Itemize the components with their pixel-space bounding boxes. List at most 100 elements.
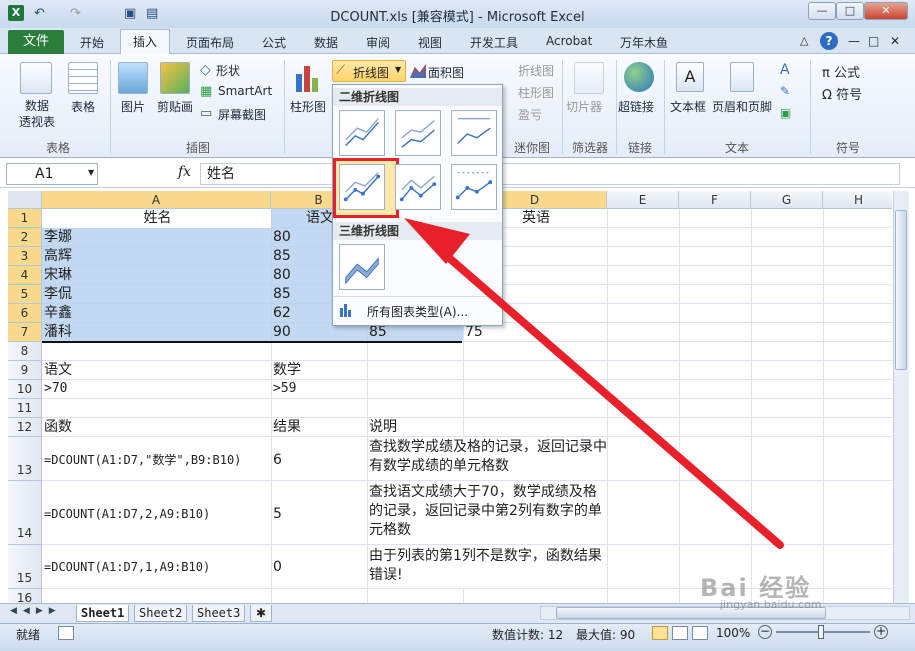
clipart-button[interactable]: 剪贴画 <box>152 98 198 115</box>
signature-icon[interactable]: ✎ <box>780 84 790 98</box>
slicer-icon[interactable] <box>574 62 604 94</box>
cell-a9[interactable]: 语文 <box>42 361 72 380</box>
tab-formulas[interactable]: 公式 <box>262 34 286 51</box>
cell-a13[interactable]: =DCOUNT(A1:D7,"数学",B9:B10) <box>42 451 271 469</box>
sheet-tab-sheet1[interactable]: Sheet1 <box>76 605 130 622</box>
column-header-e[interactable]: E <box>607 191 679 209</box>
cell-b12[interactable]: 结果 <box>271 418 301 437</box>
column-header-f[interactable]: F <box>679 191 751 209</box>
chevron-down-icon[interactable]: ▼ <box>88 168 94 177</box>
cell-a12[interactable]: 函数 <box>42 418 72 437</box>
100-stacked-line-chart-option[interactable] <box>451 110 497 156</box>
column-header-g[interactable]: G <box>751 191 823 209</box>
formula-input[interactable]: 姓名 <box>200 163 900 185</box>
cell-c14[interactable]: 查找语文成绩大于70，数学成绩及格的记录，返回记录中第2列有数字的单元格数 <box>367 483 607 540</box>
cell-a5[interactable]: 李侃 <box>42 285 72 304</box>
column-chart-button[interactable]: 柱形图 <box>290 98 326 115</box>
picture-button[interactable]: 图片 <box>114 98 152 115</box>
hyperlink-icon[interactable] <box>624 62 654 92</box>
tab-review[interactable]: 审阅 <box>366 34 390 51</box>
tab-page-layout[interactable]: 页面布局 <box>186 34 234 51</box>
cell-b4[interactable]: 80 <box>271 266 291 285</box>
row-header[interactable]: 3 <box>8 247 42 266</box>
row-header[interactable]: 1 <box>8 209 42 228</box>
cell-a3[interactable]: 高辉 <box>42 247 72 266</box>
pivot-table-button[interactable]: 数据 透视表 <box>8 98 66 130</box>
vertical-scroll-thumb[interactable] <box>895 210 907 370</box>
sheet-tab-sheet2[interactable]: Sheet2 <box>134 605 188 622</box>
cell-a6[interactable]: 辛鑫 <box>42 304 72 323</box>
shapes-button[interactable]: 形状 <box>216 62 240 79</box>
cell-c15[interactable]: 由于列表的第1列不是数字，函数结果错误! <box>367 547 607 585</box>
sheet-tab-sheet3[interactable]: Sheet3 <box>192 605 246 622</box>
macro-record-icon[interactable] <box>58 626 74 640</box>
tab-acrobat[interactable]: Acrobat <box>546 34 592 48</box>
cell-b2[interactable]: 80 <box>271 228 291 247</box>
cell-a4[interactable]: 宋琳 <box>42 266 72 285</box>
textbox-icon[interactable]: A <box>676 62 704 92</box>
tab-insert[interactable]: 插入 <box>120 29 170 55</box>
screenshot-icon[interactable]: ▭ <box>200 106 212 121</box>
select-all-corner[interactable] <box>8 191 42 209</box>
row-header[interactable]: 5 <box>8 285 42 304</box>
row-header[interactable]: 16 <box>8 589 42 603</box>
zoom-out-icon[interactable]: − <box>758 625 772 639</box>
shapes-icon[interactable]: ◇ <box>200 62 211 78</box>
cell-a1[interactable]: 姓名 <box>42 209 271 228</box>
stacked-line-markers-option[interactable] <box>395 164 441 210</box>
cell-a2[interactable]: 李娜 <box>42 228 72 247</box>
row-header[interactable]: 8 <box>8 342 42 361</box>
row-header[interactable]: 12 <box>8 418 42 437</box>
close-button[interactable]: ✕ <box>864 2 908 20</box>
picture-icon[interactable] <box>118 62 148 94</box>
zoom-level[interactable]: 100% <box>716 626 750 640</box>
zoom-in-icon[interactable]: + <box>874 625 888 639</box>
row-header[interactable]: 13 <box>8 437 42 481</box>
row-header[interactable]: 7 <box>8 323 42 342</box>
sheet-nav-arrows[interactable]: ◀◀▶▶ <box>10 606 62 616</box>
cell-a10[interactable]: >70 <box>42 380 67 399</box>
cell-c12[interactable]: 说明 <box>367 418 397 437</box>
inner-restore-button[interactable]: □ <box>868 34 879 48</box>
equation-button[interactable]: π 公式 <box>822 62 860 81</box>
all-chart-types-item[interactable]: 所有图表类型(A)... <box>367 303 468 320</box>
cell-c13[interactable]: 查找数学成绩及格的记录，返回记录中有数学成绩的单元格数 <box>367 438 607 476</box>
cell-a7[interactable]: 潘科 <box>42 323 72 342</box>
line-with-markers-option[interactable] <box>339 164 385 210</box>
object-icon[interactable]: ▣ <box>780 106 791 120</box>
header-footer-icon[interactable] <box>730 62 754 92</box>
help-icon[interactable]: ? <box>820 32 838 50</box>
fx-icon[interactable]: fx <box>178 164 191 180</box>
textbox-button[interactable]: 文本框 <box>670 98 706 115</box>
collapse-ribbon-icon[interactable]: △ <box>800 34 808 47</box>
tab-home[interactable]: 开始 <box>80 34 104 51</box>
cell-b13[interactable]: 6 <box>271 451 282 469</box>
tab-wannianmuyu[interactable]: 万年木鱼 <box>620 34 668 51</box>
cell-b7[interactable]: 90 <box>271 323 291 342</box>
cell-b15[interactable]: 0 <box>271 558 282 576</box>
zoom-slider-thumb[interactable] <box>818 625 824 639</box>
clipart-icon[interactable] <box>160 62 190 94</box>
slicer-button[interactable]: 切片器 <box>566 98 602 115</box>
cell-b14[interactable]: 5 <box>271 505 282 523</box>
column-header-h[interactable]: H <box>823 191 892 209</box>
smartart-button[interactable]: SmartArt <box>218 84 272 98</box>
smartart-icon[interactable]: ▦ <box>200 84 212 99</box>
tab-developer[interactable]: 开发工具 <box>470 34 518 51</box>
column-chart-icon[interactable] <box>294 64 322 92</box>
tab-file[interactable]: 文件 <box>8 30 64 54</box>
line-chart-option[interactable] <box>339 110 385 156</box>
screenshot-button[interactable]: 屏幕截图 <box>218 106 266 123</box>
row-header[interactable]: 9 <box>8 361 42 380</box>
row-header[interactable]: 15 <box>8 545 42 589</box>
inner-close-button[interactable]: ✕ <box>890 34 900 48</box>
cell-a15[interactable]: =DCOUNT(A1:D7,1,A9:B10) <box>42 558 271 576</box>
cell-b3[interactable]: 85 <box>271 247 291 266</box>
pivot-table-icon[interactable] <box>20 62 52 94</box>
tab-view[interactable]: 视图 <box>418 34 442 51</box>
header-footer-button[interactable]: 页眉和页脚 <box>712 98 772 115</box>
cell-b10[interactable]: >59 <box>271 380 296 399</box>
symbol-button[interactable]: Ω 符号 <box>822 84 862 103</box>
row-header[interactable]: 14 <box>8 481 42 545</box>
table-icon[interactable] <box>68 62 98 94</box>
